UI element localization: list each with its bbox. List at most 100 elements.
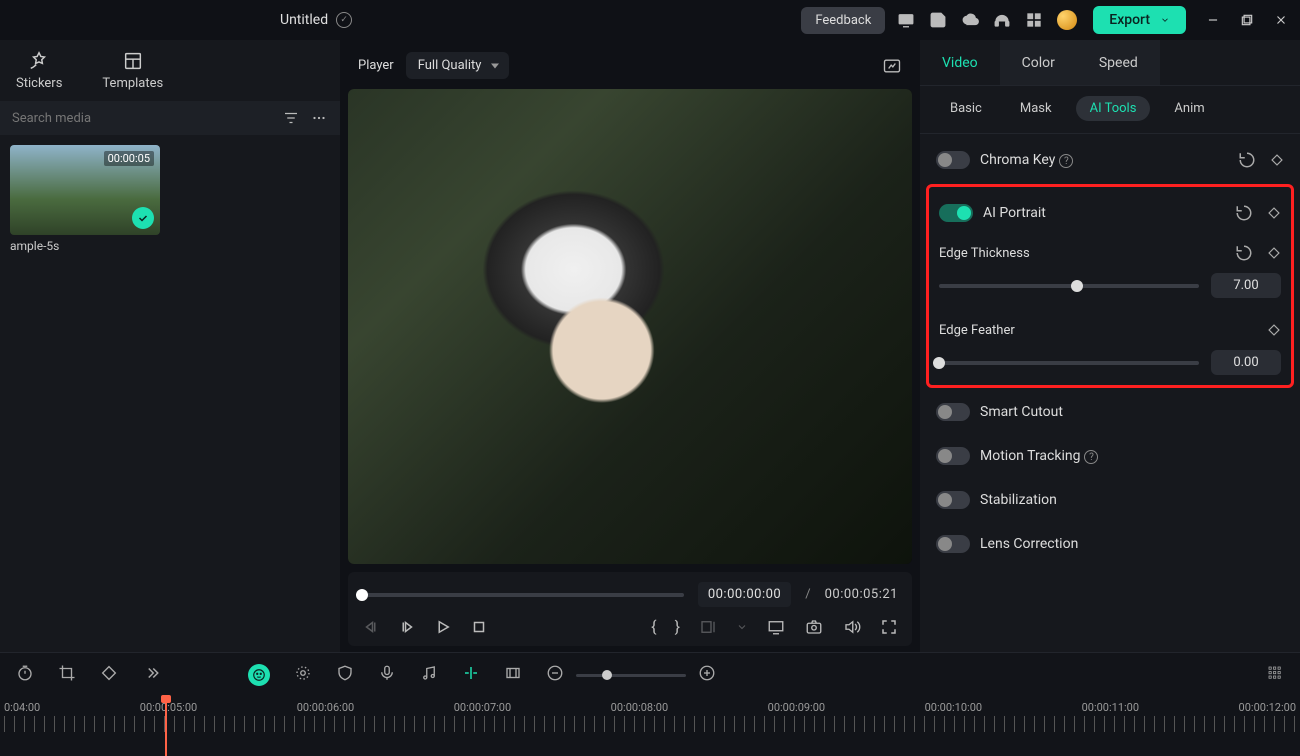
filter-icon[interactable] [282,109,300,127]
tab-stickers[interactable]: Stickers [16,50,62,91]
crop-icon[interactable] [58,664,76,686]
info-icon[interactable]: ? [1059,154,1073,168]
edge-feather-block: Edge Feather 0.00 [939,316,1281,375]
align-icon[interactable] [698,618,718,636]
chevron-down-icon[interactable] [736,621,748,633]
zoom-out-icon[interactable] [546,664,564,686]
stabilization-toggle[interactable] [936,491,970,509]
expand-icon[interactable] [142,664,160,686]
quality-dropdown[interactable]: Full Quality [406,52,510,79]
media-duration: 00:00:05 [104,151,154,166]
edge-feather-slider[interactable] [939,361,1199,365]
frame-icon[interactable] [504,664,522,686]
snapshot-icon[interactable] [804,618,824,636]
mic-icon[interactable] [378,664,396,686]
scrub-bar[interactable] [362,593,684,597]
ai-face-icon[interactable] [248,664,270,686]
ai-portrait-row: AI Portrait [939,191,1281,235]
playhead[interactable] [165,697,167,756]
media-used-badge [132,207,154,229]
grid-view-icon[interactable] [1266,664,1284,686]
motion-tracking-toggle[interactable] [936,447,970,465]
lens-correction-row: Lens Correction [936,522,1284,566]
cloud-download-icon[interactable] [961,11,979,29]
media-item-name: ample-5s [10,239,160,253]
effects-wheel-icon[interactable] [294,664,312,686]
time-total: 00:00:05:21 [825,587,898,602]
brace-close-icon[interactable]: } [675,617,680,636]
lens-correction-toggle[interactable] [936,535,970,553]
media-thumbnail[interactable]: 00:00:05 [10,145,160,235]
feedback-button[interactable]: Feedback [801,7,885,34]
edge-thickness-slider[interactable] [939,284,1199,288]
music-note-icon[interactable] [420,664,438,686]
lens-correction-label: Lens Correction [980,536,1284,552]
ruler-label: 00:00:09:00 [768,701,825,714]
time-separator: / [805,587,810,602]
chroma-key-label: Chroma Key [980,152,1055,168]
motion-tracking-row: Motion Tracking? [936,434,1284,478]
device-icon[interactable] [897,11,915,29]
stabilization-label: Stabilization [980,492,1284,508]
diamond-icon[interactable] [100,664,118,686]
zoom-in-icon[interactable] [698,664,716,686]
chroma-key-toggle[interactable] [936,151,970,169]
edge-feather-value[interactable]: 0.00 [1211,350,1281,375]
prop-tab-speed[interactable]: Speed [1077,40,1160,85]
subtab-mask[interactable]: Mask [1006,96,1066,121]
reset-icon[interactable] [1238,151,1256,169]
search-input[interactable] [12,111,272,126]
media-item[interactable]: 00:00:05 ample-5s [10,145,160,253]
ai-portrait-toggle[interactable] [939,204,973,222]
minimize-icon[interactable] [1206,13,1220,27]
zoom-slider[interactable] [576,674,686,677]
play-icon[interactable] [434,618,452,636]
apps-icon[interactable] [1025,11,1043,29]
timer-icon[interactable] [16,664,34,686]
subtab-ai-tools[interactable]: AI Tools [1076,96,1151,121]
edge-thickness-value[interactable]: 7.00 [1211,273,1281,298]
subtab-anim[interactable]: Anim [1160,96,1218,121]
smart-cutout-row: Smart Cutout [936,390,1284,434]
keyframe-icon[interactable] [1267,246,1281,260]
prop-tab-color[interactable]: Color [1000,40,1077,85]
save-icon[interactable] [929,11,947,29]
close-icon[interactable] [1274,13,1288,27]
timeline-ruler[interactable]: 0:04:0000:00:05:0000:00:06:0000:00:07:00… [0,697,1300,756]
subtab-basic[interactable]: Basic [936,96,996,121]
ruler-label: 00:00:12:00 [1239,701,1296,714]
keyframe-icon[interactable] [1267,323,1281,337]
ruler-label: 00:00:07:00 [454,701,511,714]
window-controls [1206,13,1288,27]
reset-icon[interactable] [1235,204,1253,222]
reset-icon[interactable] [1235,244,1253,262]
ai-portrait-label: AI Portrait [983,205,1225,221]
shield-icon[interactable] [336,664,354,686]
preview-viewport[interactable] [348,89,912,564]
brace-open-icon[interactable]: { [651,617,656,636]
support-icon[interactable] [993,11,1011,29]
user-avatar-icon[interactable] [1057,10,1077,30]
info-icon[interactable]: ? [1084,450,1098,464]
edge-thickness-label: Edge Thickness [939,246,1235,261]
ruler-label: 00:00:06:00 [297,701,354,714]
smart-cutout-toggle[interactable] [936,403,970,421]
prev-frame-icon[interactable] [362,618,380,636]
export-button[interactable]: Export [1093,6,1186,34]
keyframe-icon[interactable] [1270,153,1284,167]
ruler-label: 00:00:11:00 [1082,701,1139,714]
step-back-icon[interactable] [398,618,416,636]
split-icon[interactable] [462,664,480,686]
transport-bar: 00:00:00:00 / 00:00:05:21 { } [348,572,912,646]
stop-icon[interactable] [470,618,488,636]
maximize-icon[interactable] [1240,13,1254,27]
tab-templates[interactable]: Templates [102,50,163,91]
prop-tab-video[interactable]: Video [920,40,1000,85]
more-icon[interactable] [310,109,328,127]
volume-icon[interactable] [842,618,862,636]
compare-icon[interactable] [882,56,902,76]
fullscreen-icon[interactable] [880,618,898,636]
display-icon[interactable] [766,618,786,636]
keyframe-icon[interactable] [1267,206,1281,220]
smart-cutout-label: Smart Cutout [980,404,1284,420]
